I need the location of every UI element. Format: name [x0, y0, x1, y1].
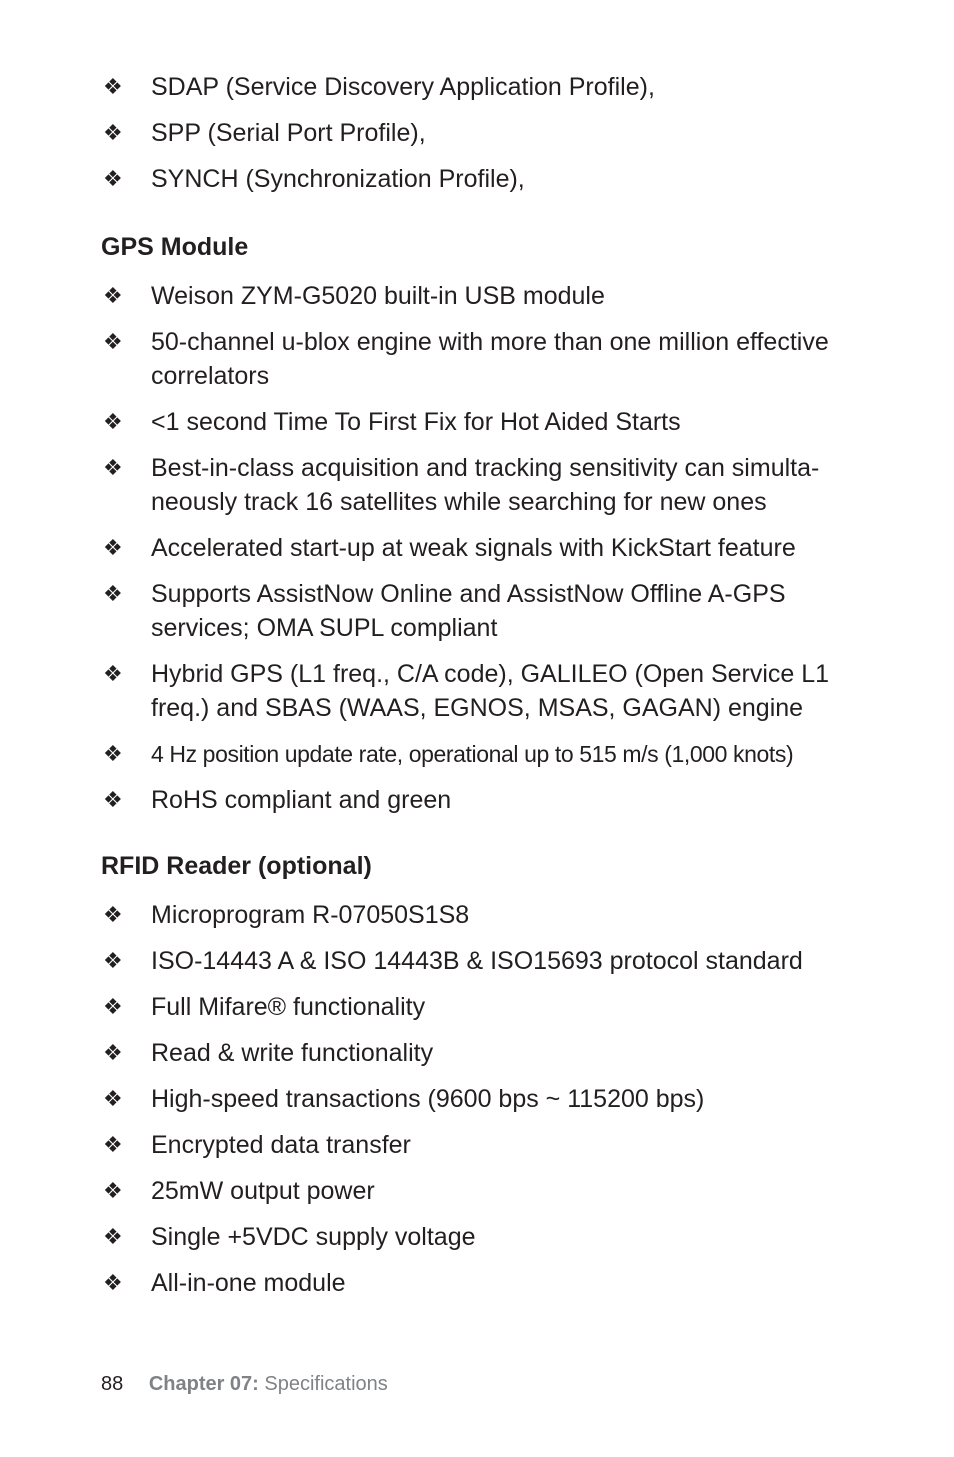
list-item: ❖ Accelerated start-up at weak signals wi…: [0, 531, 871, 565]
rfid-reader-heading: RFID Reader (optional): [101, 852, 372, 880]
diamond-bullet-icon: ❖: [103, 787, 123, 812]
list-item: ❖ Best-in-class acquisition and tracking …: [0, 451, 871, 519]
list-item: ❖ All-in-one module: [0, 1266, 871, 1300]
list-item: ❖ Read & write functionality: [0, 1036, 871, 1070]
diamond-bullet-icon: ❖: [103, 1224, 123, 1249]
list-item: ❖ RoHS compliant and green: [0, 783, 871, 817]
list-item: ❖ 25mW output power: [0, 1174, 871, 1208]
diamond-bullet-icon: ❖: [103, 120, 123, 145]
list-item: ❖ SYNCH (Synchronization Profile),: [0, 162, 871, 196]
list-item: ❖ Supports AssistNow Online and AssistNow…: [0, 577, 871, 645]
list-item: ❖ Microprogram R-07050S1S8: [0, 898, 871, 932]
list-item: ❖ Full Mifare® functionality: [0, 990, 871, 1024]
diamond-bullet-icon: ❖: [103, 1178, 123, 1203]
diamond-bullet-icon: ❖: [103, 329, 123, 354]
list-item: ❖ Weison ZYM-G5020 built-in USB module: [0, 279, 871, 313]
list-item: ❖ 4 Hz position update rate, operational …: [0, 737, 871, 771]
diamond-bullet-icon: ❖: [103, 902, 123, 927]
diamond-bullet-icon: ❖: [103, 1132, 123, 1157]
diamond-bullet-icon: ❖: [103, 1086, 123, 1111]
diamond-bullet-icon: ❖: [103, 948, 123, 973]
diamond-bullet-icon: ❖: [103, 283, 123, 308]
chapter-label: Chapter 07:: [148, 1373, 259, 1395]
page-number: 88: [101, 1373, 124, 1395]
diamond-bullet-icon: ❖: [103, 535, 123, 560]
diamond-bullet-icon: ❖: [103, 1040, 123, 1065]
diamond-bullet-icon: ❖: [103, 741, 123, 766]
gps-module-heading: GPS Module: [101, 233, 249, 261]
list-item: ❖ <1 second Time To First Fix for Hot Aid…: [0, 405, 871, 439]
list-item: ❖ SPP (Serial Port Profile),: [0, 116, 871, 150]
list-item: ❖ SDAP (Service Discovery Application Pro…: [0, 70, 871, 104]
list-item: ❖ Single +5VDC supply voltage: [0, 1220, 871, 1254]
list-item: ❖ Encrypted data transfer: [0, 1128, 871, 1162]
diamond-bullet-icon: ❖: [103, 409, 123, 434]
list-item: ❖ ISO-14443 A & ISO 14443B & ISO15693 pro…: [0, 944, 871, 978]
list-item: ❖ 50-channel u-blox engine with more than…: [0, 325, 871, 393]
diamond-bullet-icon: ❖: [103, 1270, 123, 1295]
list-item: ❖ Hybrid GPS (L1 freq., C/A code), GALILE…: [0, 657, 871, 725]
diamond-bullet-icon: ❖: [103, 661, 123, 686]
gps-feature-list: ❖ Weison ZYM-G5020 built-in USB module ❖ 5…: [0, 279, 871, 829]
bluetooth-profile-list: ❖ SDAP (Service Discovery Application Pro…: [0, 70, 871, 208]
diamond-bullet-icon: ❖: [103, 994, 123, 1019]
diamond-bullet-icon: ❖: [103, 74, 123, 99]
section-title: Specifications: [264, 1373, 388, 1395]
rfid-feature-list: ❖ Microprogram R-07050S1S8 ❖ ISO-14443 A &…: [0, 898, 871, 1312]
diamond-bullet-icon: ❖: [103, 166, 123, 191]
page-footer: 88 Chapter 07: Specifications: [101, 1370, 388, 1398]
list-item: ❖ High-speed transactions (9600 bps ~ 115…: [0, 1082, 871, 1116]
document-page: ❖ SDAP (Service Discovery Application Pro…: [0, 0, 954, 1457]
diamond-bullet-icon: ❖: [103, 455, 123, 480]
diamond-bullet-icon: ❖: [103, 581, 123, 606]
